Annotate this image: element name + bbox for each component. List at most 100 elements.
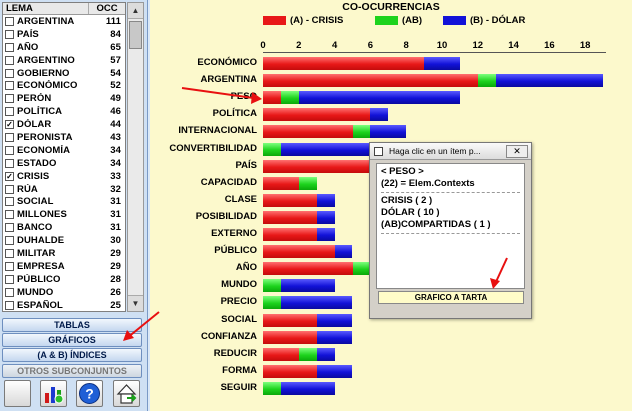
lema-row[interactable]: BANCO 31 xyxy=(3,221,125,234)
otros-subconjuntos-button[interactable]: OTROS SUBCONJUNTOS xyxy=(2,364,142,378)
lema-row[interactable]: ECONÓMICO 52 xyxy=(3,79,125,92)
category-label[interactable]: SEGUIR xyxy=(150,382,257,393)
lema-checkbox[interactable] xyxy=(5,145,14,155)
bar-dolar[interactable] xyxy=(370,125,407,139)
bar-dolar[interactable] xyxy=(370,108,389,122)
bar-dolar[interactable] xyxy=(280,279,335,293)
bar-ab[interactable] xyxy=(352,262,371,276)
bar-crisis[interactable] xyxy=(263,193,317,207)
bar-crisis[interactable] xyxy=(263,176,299,190)
lema-checkbox[interactable] xyxy=(5,223,14,233)
chart-bars-button[interactable] xyxy=(40,380,67,407)
scroll-thumb[interactable] xyxy=(129,21,142,49)
lema-row[interactable]: ESPAÑOL 25 xyxy=(3,299,125,311)
category-label[interactable]: PÚBLICO xyxy=(150,245,257,256)
category-label[interactable]: CONFIANZA xyxy=(150,331,257,342)
lema-checkbox[interactable] xyxy=(5,94,14,104)
category-label[interactable]: MUNDO xyxy=(150,279,257,290)
lema-row[interactable]: MUNDO 26 xyxy=(3,286,125,299)
bar-dolar[interactable] xyxy=(316,228,335,241)
lema-row[interactable]: DUHALDE 30 xyxy=(3,234,125,247)
close-icon[interactable]: ✕ xyxy=(506,145,528,158)
lema-row[interactable]: SOCIAL 31 xyxy=(3,195,125,208)
category-label[interactable]: PRECIO xyxy=(150,296,257,307)
lema-row[interactable]: POLÍTICA 46 xyxy=(3,105,125,118)
category-label[interactable]: CLASE xyxy=(150,194,257,205)
lema-row[interactable]: RÚA 32 xyxy=(3,183,125,196)
lema-table[interactable]: LEMA OCC ARGENTINA 111 PAÍS 84 AÑO 65 ARGENTIN… xyxy=(2,2,126,312)
lema-checkbox[interactable] xyxy=(5,68,14,78)
peso-detail-popup[interactable]: Haga clic en un ítem p... ✕ < PESO > (22… xyxy=(369,142,532,319)
bar-dolar[interactable] xyxy=(316,330,353,344)
bar-dolar[interactable] xyxy=(316,210,335,224)
lema-checkbox[interactable] xyxy=(5,132,14,142)
category-label[interactable]: POSIBILIDAD xyxy=(150,211,257,222)
category-label[interactable]: ECONÓMICO xyxy=(150,57,257,68)
category-label[interactable]: CAPACIDAD xyxy=(150,177,257,188)
bar-crisis[interactable] xyxy=(263,228,317,241)
bar-dolar[interactable] xyxy=(316,313,353,327)
scroll-up-icon[interactable]: ▲ xyxy=(128,3,143,19)
lema-scrollbar[interactable]: ▲ ▼ xyxy=(127,2,144,312)
home-button[interactable] xyxy=(113,380,140,407)
help-button[interactable]: ? xyxy=(76,380,103,407)
lema-row[interactable]: PERONISTA 43 xyxy=(3,131,125,144)
lema-checkbox[interactable] xyxy=(5,42,14,52)
category-label[interactable]: CONVERTIBILIDAD xyxy=(150,143,257,154)
lema-checkbox[interactable] xyxy=(5,184,14,194)
lema-checkbox[interactable] xyxy=(5,248,14,258)
bar-dolar[interactable] xyxy=(316,193,335,207)
lema-row[interactable]: EMPRESA 29 xyxy=(3,260,125,273)
bar-crisis[interactable] xyxy=(263,125,353,139)
lema-checkbox[interactable] xyxy=(5,236,14,246)
bar-ab[interactable] xyxy=(280,91,299,105)
bar-dolar[interactable] xyxy=(316,347,335,361)
lema-row[interactable]: ECONOMÍA 34 xyxy=(3,144,125,157)
bar-ab[interactable] xyxy=(298,347,317,361)
bar-crisis[interactable] xyxy=(263,262,353,276)
lema-checkbox[interactable] xyxy=(5,29,14,39)
category-label[interactable]: PAÍS xyxy=(150,160,257,171)
lema-row[interactable]: ✓ DÓLAR 44 xyxy=(3,118,125,131)
bar-crisis[interactable] xyxy=(263,74,478,88)
lema-checkbox[interactable] xyxy=(5,107,14,117)
lema-row[interactable]: MILITAR 29 xyxy=(3,247,125,260)
col-occ-header[interactable]: OCC xyxy=(89,3,125,14)
bar-dolar[interactable] xyxy=(280,381,335,395)
lema-checkbox[interactable] xyxy=(5,261,14,271)
lema-checkbox[interactable]: ✓ xyxy=(5,120,14,130)
lema-checkbox[interactable] xyxy=(5,55,14,65)
lema-checkbox[interactable] xyxy=(5,300,14,310)
bar-crisis[interactable] xyxy=(263,210,317,224)
bar-ab[interactable] xyxy=(352,125,371,139)
bar-crisis[interactable] xyxy=(263,108,371,122)
bar-ab[interactable] xyxy=(298,176,317,190)
lema-row[interactable]: ARGENTINO 57 xyxy=(3,54,125,67)
category-label[interactable]: SOCIAL xyxy=(150,314,257,325)
lema-row[interactable]: PÚBLICO 28 xyxy=(3,273,125,286)
category-label[interactable]: AÑO xyxy=(150,262,257,273)
bar-ab[interactable] xyxy=(263,142,281,156)
category-label[interactable]: INTERNACIONAL xyxy=(150,125,257,136)
bar-dolar[interactable] xyxy=(280,296,353,310)
lema-row[interactable]: PAÍS 84 xyxy=(3,28,125,41)
bar-dolar[interactable] xyxy=(495,74,604,88)
lema-checkbox[interactable] xyxy=(5,158,14,168)
bar-crisis[interactable] xyxy=(263,159,371,173)
lema-row[interactable]: PERÓN 49 xyxy=(3,92,125,105)
col-lema-header[interactable]: LEMA xyxy=(3,3,89,14)
lema-row[interactable]: AÑO 65 xyxy=(3,41,125,54)
blank-tool-button[interactable] xyxy=(4,380,31,407)
pie-chart-button[interactable]: GRAFICO A TARTA xyxy=(378,291,524,304)
lema-checkbox[interactable] xyxy=(5,197,14,207)
bar-ab[interactable] xyxy=(263,381,281,395)
bar-ab[interactable] xyxy=(263,296,281,310)
indices-button[interactable]: (A & B) ÍNDICES xyxy=(2,348,142,362)
bar-dolar[interactable] xyxy=(334,245,353,259)
bar-dolar[interactable] xyxy=(424,57,460,70)
lema-row[interactable]: ✓ CRISIS 33 xyxy=(3,170,125,183)
lema-row[interactable]: GOBIERNO 54 xyxy=(3,67,125,80)
lema-row[interactable]: ARGENTINA 111 xyxy=(3,15,125,28)
bar-dolar[interactable] xyxy=(298,91,460,105)
bar-ab[interactable] xyxy=(477,74,496,88)
